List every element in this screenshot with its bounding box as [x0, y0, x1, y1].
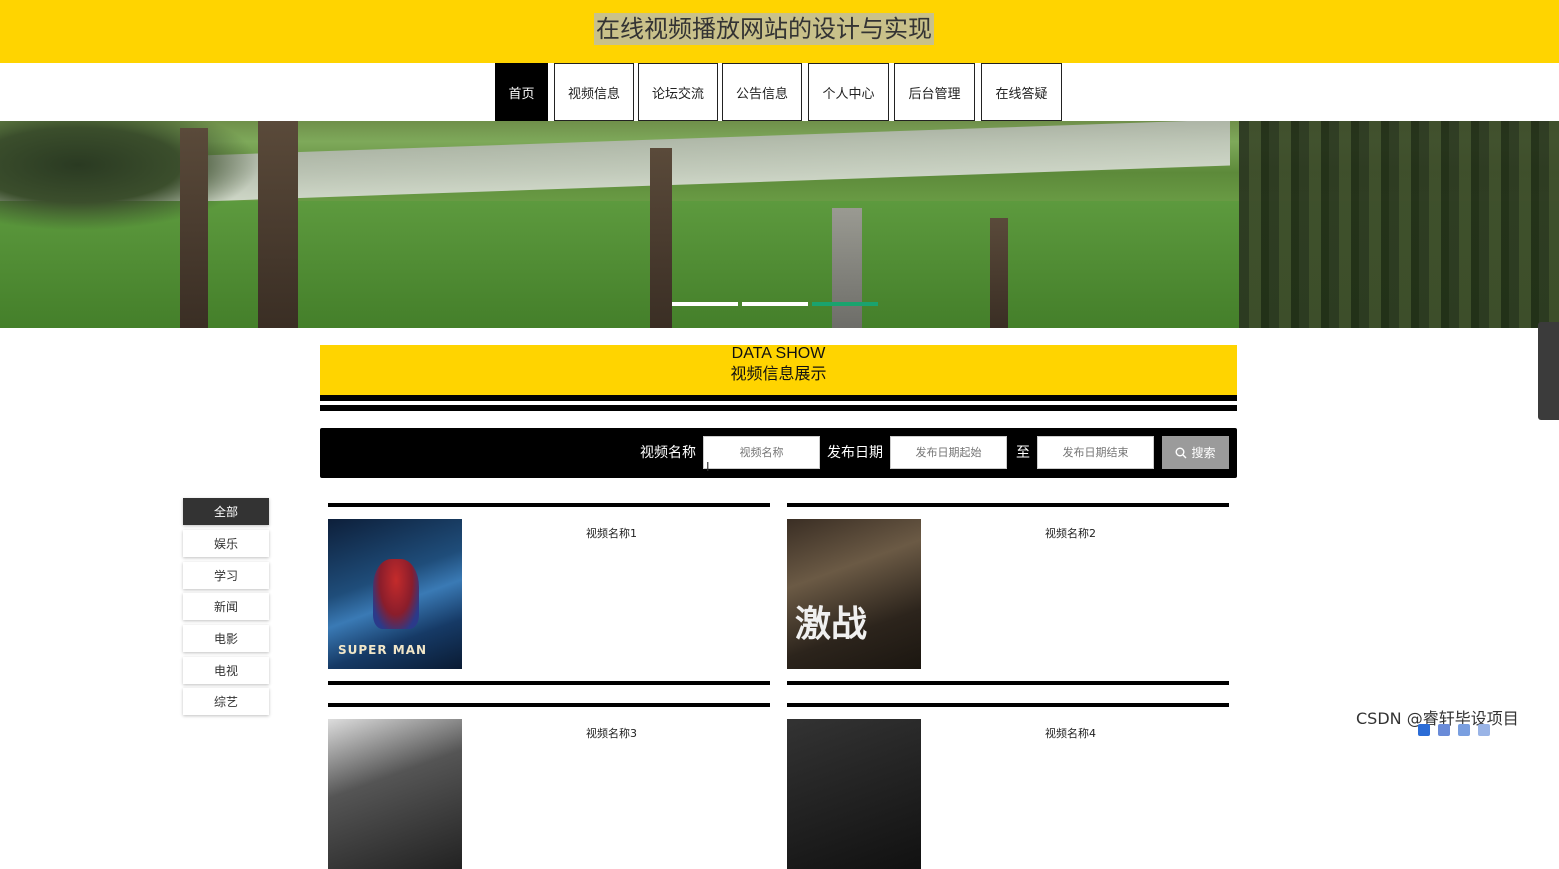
nav-item-forum[interactable]: 论坛交流	[638, 63, 718, 121]
carousel-dot-active[interactable]	[812, 302, 878, 306]
side-drawer-handle[interactable]	[1538, 322, 1559, 420]
search-bar: 视频名称 发布日期 至 搜索	[320, 428, 1237, 478]
video-name-input[interactable]	[703, 436, 820, 469]
nav-item-qa[interactable]: 在线答疑	[981, 63, 1062, 121]
carousel-dot[interactable]	[742, 302, 808, 306]
date-separator: 至	[1016, 445, 1030, 461]
section-title-en: DATA SHOW	[731, 345, 826, 362]
poster-title: SUPER MAN	[338, 643, 428, 657]
text-cursor-icon: I	[706, 460, 710, 474]
nav-item-profile[interactable]: 个人中心	[808, 63, 889, 121]
search-button[interactable]: 搜索	[1162, 436, 1229, 469]
video-thumbnail[interactable]: SUPER MAN	[328, 519, 462, 669]
banner-post	[832, 208, 862, 328]
moon-icon[interactable]	[1458, 723, 1470, 736]
category-all[interactable]: 全部	[183, 498, 269, 525]
carousel-indicators	[672, 302, 878, 306]
divider	[320, 395, 1237, 401]
poster-title: 激战	[795, 604, 868, 645]
search-icon	[1175, 447, 1187, 458]
search-button-label: 搜索	[1191, 446, 1216, 460]
video-thumbnail[interactable]	[787, 719, 921, 869]
publish-date-label: 发布日期	[827, 445, 883, 461]
banner-tree	[650, 148, 672, 328]
video-thumbnail[interactable]	[328, 719, 462, 869]
card-divider	[328, 503, 770, 507]
nav-item-admin[interactable]: 后台管理	[894, 63, 975, 121]
video-name[interactable]: 视频名称3	[586, 725, 637, 741]
banner-tree	[180, 128, 208, 328]
section-header: DATA SHOW 视频信息展示	[320, 345, 1237, 395]
divider	[320, 405, 1237, 411]
category-study[interactable]: 学习	[183, 562, 269, 589]
category-variety[interactable]: 综艺	[183, 688, 269, 715]
settings-icon[interactable]	[1478, 723, 1490, 736]
card-divider	[787, 681, 1229, 685]
category-entertainment[interactable]: 娱乐	[183, 530, 269, 557]
system-tray	[1418, 722, 1559, 737]
category-movies[interactable]: 电影	[183, 625, 269, 652]
date-start-input[interactable]	[890, 436, 1007, 469]
banner-foliage	[0, 121, 260, 231]
video-name[interactable]: 视频名称1	[586, 525, 637, 541]
banner-fence	[1239, 121, 1559, 328]
poster-figure	[373, 559, 419, 629]
nav-item-home[interactable]: 首页	[495, 63, 548, 121]
banner-tree	[258, 121, 298, 328]
card-divider	[787, 703, 1229, 707]
video-name[interactable]: 视频名称2	[1045, 525, 1096, 541]
category-news[interactable]: 新闻	[183, 593, 269, 620]
banner-tree	[990, 218, 1008, 328]
card-divider	[328, 703, 770, 707]
input-method-icon[interactable]	[1438, 723, 1450, 736]
video-thumbnail[interactable]: 激战	[787, 519, 921, 669]
nav-item-announcements[interactable]: 公告信息	[722, 63, 802, 121]
banner-carousel[interactable]	[0, 121, 1559, 328]
video-name[interactable]: 视频名称4	[1045, 725, 1096, 741]
card-divider	[787, 503, 1229, 507]
video-name-label: 视频名称	[640, 445, 696, 461]
date-end-input[interactable]	[1037, 436, 1154, 469]
carousel-dot[interactable]	[672, 302, 738, 306]
section-title-zh: 视频信息展示	[730, 364, 827, 383]
search-icon[interactable]	[1418, 723, 1430, 736]
category-tv[interactable]: 电视	[183, 657, 269, 684]
site-title: 在线视频播放网站的设计与实现	[594, 13, 934, 45]
nav-item-videos[interactable]: 视频信息	[554, 63, 634, 121]
card-divider	[328, 681, 770, 685]
site-header: 在线视频播放网站的设计与实现	[0, 0, 1559, 63]
